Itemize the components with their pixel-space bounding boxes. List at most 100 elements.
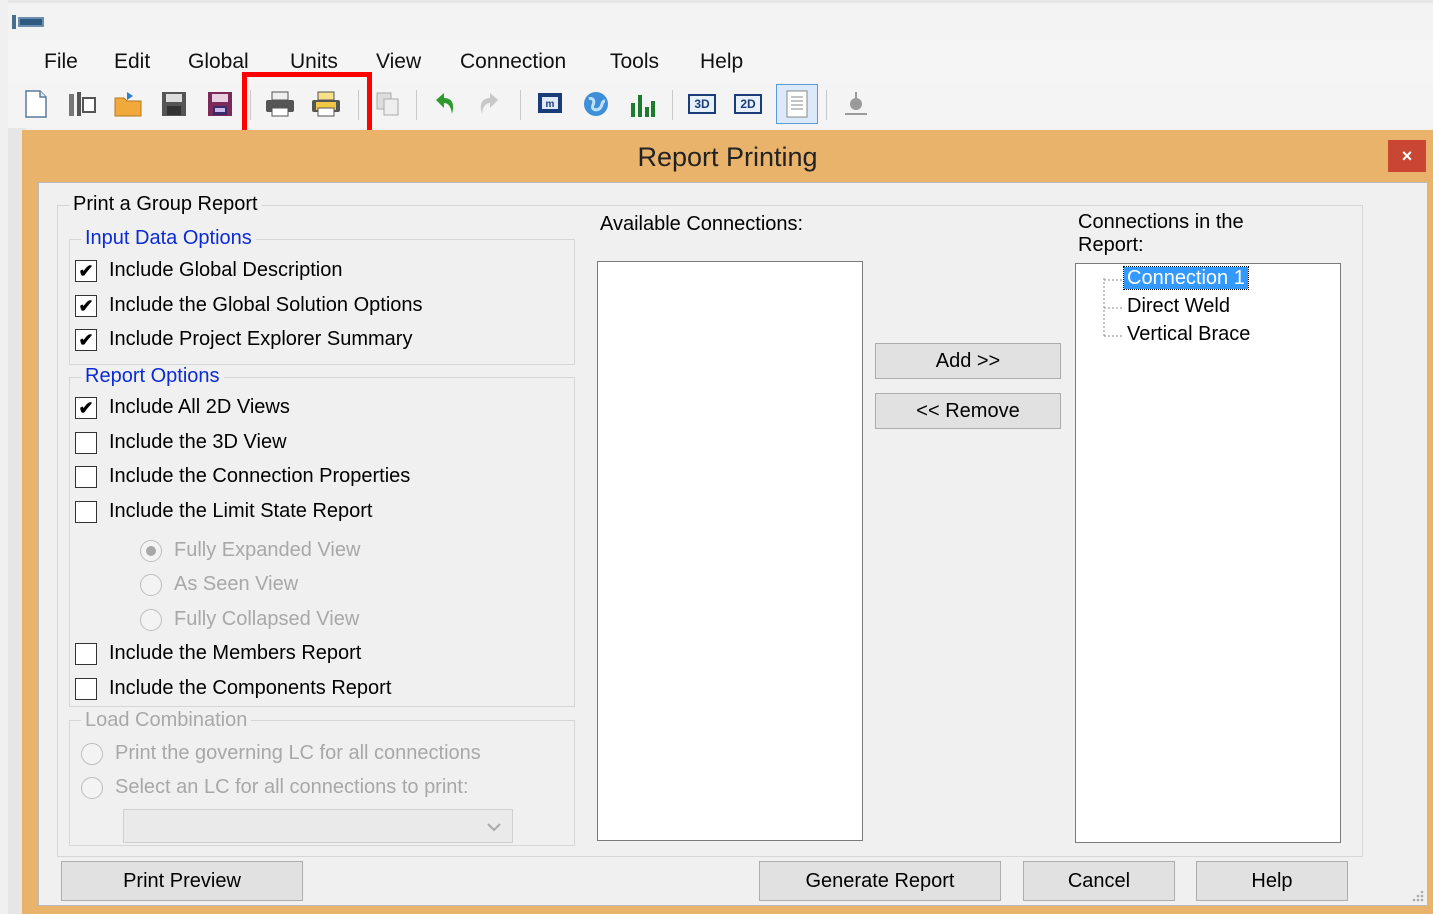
chevron-down-icon — [487, 823, 501, 832]
include-all-2d-views-checkbox[interactable]: ✔ — [75, 396, 97, 419]
toolbar: m 3D 2D — [8, 82, 1433, 128]
include-project-explorer-summary-checkbox[interactable]: ✔ — [75, 328, 97, 351]
dialog-title: Report Printing — [637, 142, 818, 172]
available-connections-list[interactable] — [597, 261, 863, 841]
checkbox-label: Include the Connection Properties — [109, 465, 411, 487]
radio-selected-dot — [146, 545, 156, 556]
menu-edit[interactable]: Edit — [114, 50, 150, 74]
include-global-description-checkbox[interactable]: ✔ — [75, 259, 97, 282]
checkbox-label: Include the Components Report — [109, 677, 392, 699]
governing-lc-option[interactable]: Print the governing LC for all connectio… — [81, 742, 481, 765]
app-icon — [12, 15, 44, 29]
new-document-icon[interactable] — [20, 88, 52, 120]
help-button[interactable]: Help — [1196, 861, 1348, 901]
include-project-explorer-summary-option[interactable]: ✔ Include Project Explorer Summary — [75, 328, 412, 351]
generate-report-button[interactable]: Generate Report — [759, 861, 1001, 901]
open-project-icon[interactable] — [66, 88, 98, 120]
report-connections-tree[interactable]: Connection 1 Direct Weld Vertical Brace — [1075, 263, 1341, 843]
checkbox-label: Include the Members Report — [109, 642, 362, 664]
copy-icon[interactable] — [372, 88, 404, 120]
radio-label: As Seen View — [174, 573, 299, 595]
open-folder-icon[interactable] — [112, 88, 144, 120]
tree-connector-lines — [1103, 278, 1122, 338]
menu-units[interactable]: Units — [290, 50, 338, 74]
tree-item-direct-weld[interactable]: Direct Weld — [1127, 295, 1230, 318]
governing-lc-radio[interactable] — [81, 742, 103, 765]
radio-label: Fully Expanded View — [174, 539, 361, 561]
view-3d-icon[interactable]: 3D — [686, 88, 718, 120]
model-icon[interactable]: m — [534, 88, 566, 120]
report-printing-dialog: Report Printing × Print a Group Report I… — [22, 130, 1433, 914]
tree-item-connection-1[interactable]: Connection 1 — [1123, 266, 1249, 290]
radio-label: Print the governing LC for all connectio… — [115, 742, 481, 764]
toolbar-separator — [826, 90, 827, 120]
toolbar-separator — [672, 90, 673, 120]
include-global-solution-options-option[interactable]: ✔ Include the Global Solution Options — [75, 294, 423, 317]
resize-grip-icon[interactable] — [1409, 887, 1425, 903]
tree-item-label: Connection 1 — [1123, 266, 1249, 290]
as-seen-view-option[interactable]: As Seen View — [140, 573, 298, 596]
window-title-bar — [8, 0, 1433, 43]
print-group-report-title: Print a Group Report — [69, 193, 262, 216]
cancel-button[interactable]: Cancel — [1023, 861, 1175, 901]
fully-collapsed-view-radio[interactable] — [140, 608, 162, 631]
view-2d-label: 2D — [734, 94, 762, 114]
view-3d-label: 3D — [688, 94, 716, 114]
fully-expanded-view-radio[interactable] — [140, 539, 162, 562]
include-members-report-option[interactable]: Include the Members Report — [75, 642, 361, 665]
report-connections-label-line2: Report: — [1078, 234, 1144, 256]
input-data-options-title: Input Data Options — [81, 227, 256, 250]
checkbox-label: Include the 3D View — [109, 431, 287, 453]
include-connection-properties-option[interactable]: Include the Connection Properties — [75, 465, 410, 488]
redo-icon[interactable] — [474, 88, 506, 120]
include-global-solution-options-checkbox[interactable]: ✔ — [75, 294, 97, 317]
include-3d-view-option[interactable]: Include the 3D View — [75, 431, 287, 454]
globe-icon[interactable] — [580, 88, 612, 120]
load-combination-combo[interactable] — [123, 809, 513, 843]
menu-file[interactable]: File — [44, 50, 78, 74]
include-3d-view-checkbox[interactable] — [75, 431, 97, 454]
checkbox-label: Include the Limit State Report — [109, 500, 373, 522]
chart-icon[interactable] — [626, 88, 658, 120]
undo-icon[interactable] — [428, 88, 460, 120]
menu-view[interactable]: View — [376, 50, 421, 74]
checkbox-label: Include the Global Solution Options — [109, 294, 423, 316]
fully-expanded-view-option[interactable]: Fully Expanded View — [140, 539, 360, 562]
select-lc-radio[interactable] — [81, 776, 103, 799]
include-members-report-checkbox[interactable] — [75, 642, 97, 665]
include-all-2d-views-option[interactable]: ✔ Include All 2D Views — [75, 396, 290, 419]
toolbar-separator — [520, 90, 521, 120]
tree-item-vertical-brace[interactable]: Vertical Brace — [1127, 323, 1250, 346]
menu-tools[interactable]: Tools — [610, 50, 659, 74]
include-connection-properties-checkbox[interactable] — [75, 465, 97, 488]
add-button[interactable]: Add >> — [875, 343, 1061, 379]
fully-collapsed-view-option[interactable]: Fully Collapsed View — [140, 608, 359, 631]
save-as-icon[interactable] — [204, 88, 236, 120]
settings-icon[interactable] — [840, 88, 872, 120]
print-preview-button[interactable]: Print Preview — [61, 861, 303, 901]
close-button[interactable]: × — [1388, 140, 1426, 172]
as-seen-view-radio[interactable] — [140, 573, 162, 596]
include-components-report-option[interactable]: Include the Components Report — [75, 677, 391, 700]
checkbox-label: Include Global Description — [109, 259, 343, 281]
checkbox-label: Include All 2D Views — [109, 396, 290, 418]
radio-label: Fully Collapsed View — [174, 608, 360, 630]
save-icon[interactable] — [158, 88, 190, 120]
menu-global[interactable]: Global — [188, 50, 249, 74]
include-global-description-option[interactable]: ✔ Include Global Description — [75, 259, 342, 282]
remove-button[interactable]: << Remove — [875, 393, 1061, 429]
view-2d-icon[interactable]: 2D — [732, 88, 764, 120]
checkbox-label: Include Project Explorer Summary — [109, 328, 413, 350]
svg-text:m: m — [546, 99, 555, 110]
available-connections-label: Available Connections: — [600, 213, 804, 235]
include-components-report-checkbox[interactable] — [75, 677, 97, 700]
include-limit-state-report-option[interactable]: Include the Limit State Report — [75, 500, 372, 523]
report-options-title: Report Options — [81, 365, 224, 388]
menu-help[interactable]: Help — [700, 50, 743, 74]
menu-connection[interactable]: Connection — [460, 50, 566, 74]
load-combination-title: Load Combination — [81, 709, 252, 732]
menu-bar: File Edit Global Units View Connection T… — [8, 40, 1433, 82]
select-lc-option[interactable]: Select an LC for all connections to prin… — [81, 776, 469, 799]
report-page-icon[interactable] — [776, 84, 818, 124]
include-limit-state-report-checkbox[interactable] — [75, 500, 97, 523]
